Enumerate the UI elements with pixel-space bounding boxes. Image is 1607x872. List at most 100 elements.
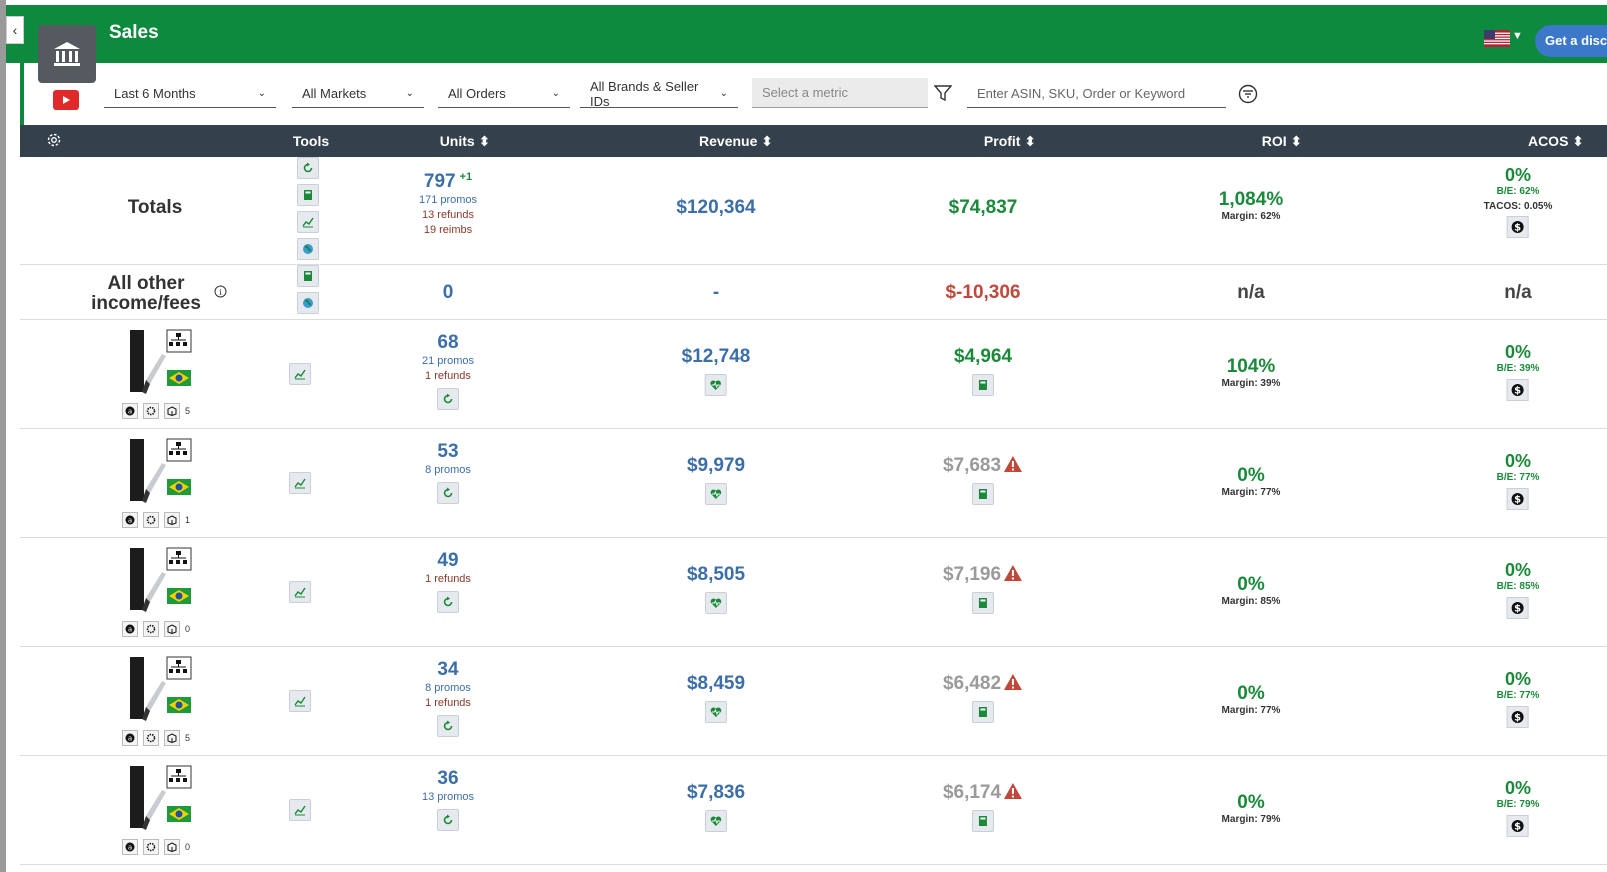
get-discount-button[interactable]: Get a discou	[1535, 25, 1607, 57]
product-refunds[interactable]: 1 refunds	[425, 696, 471, 711]
product-image[interactable]	[124, 546, 192, 614]
calculator-icon[interactable]	[297, 184, 319, 206]
totals-promos[interactable]: 171 promos	[419, 193, 477, 208]
product-acos: 0% B/E: 85% $	[1497, 560, 1539, 620]
product-roi-value: 104%	[1226, 356, 1276, 377]
amazon-icon[interactable]: a	[122, 730, 138, 746]
brands-dropdown[interactable]: All Brands & Seller IDs ⌄	[580, 79, 738, 109]
heart-pulse-icon[interactable]	[705, 701, 727, 723]
gear-icon[interactable]	[46, 132, 62, 148]
refresh-icon[interactable]	[436, 809, 459, 831]
column-header-revenue[interactable]: Revenue ⬍	[699, 133, 773, 150]
dollar-icon[interactable]: $	[1506, 216, 1529, 238]
box-icon[interactable]	[164, 839, 180, 855]
metric-select[interactable]: Select a metric	[752, 78, 928, 108]
settings-icon[interactable]	[143, 621, 159, 637]
refresh-icon[interactable]	[437, 591, 459, 613]
product-promos[interactable]: 8 promos	[425, 463, 471, 478]
refresh-icon[interactable]	[297, 157, 319, 179]
calculator-icon[interactable]	[972, 592, 994, 614]
column-header-acos[interactable]: ACOS ⬍	[1528, 133, 1584, 150]
product-promos[interactable]: 8 promos	[425, 681, 471, 696]
product-margin: Margin: 85%	[1221, 596, 1281, 607]
product-margin: Margin: 77%	[1221, 487, 1281, 498]
totals-refunds[interactable]: 13 refunds	[419, 208, 477, 223]
dollar-icon[interactable]: $	[1506, 597, 1529, 619]
line-chart-icon[interactable]	[289, 581, 311, 603]
globe-icon[interactable]	[297, 238, 319, 260]
product-revenue: $9,979	[687, 455, 745, 505]
calculator-icon[interactable]	[297, 265, 319, 287]
us-flag-icon[interactable]	[1484, 30, 1510, 47]
info-icon[interactable]: i	[214, 285, 227, 298]
heart-pulse-icon[interactable]	[705, 810, 727, 832]
column-header-units[interactable]: Units ⬍	[440, 133, 491, 150]
box-icon[interactable]	[164, 512, 180, 528]
heart-pulse-icon[interactable]	[705, 592, 727, 614]
product-image[interactable]	[124, 437, 192, 505]
line-chart-icon[interactable]	[289, 472, 311, 494]
product-image[interactable]	[124, 764, 192, 832]
amazon-icon[interactable]: a	[122, 621, 138, 637]
product-refunds[interactable]: 1 refunds	[422, 369, 474, 384]
box-icon[interactable]	[164, 621, 180, 637]
product-roi: 0% Margin: 85%	[1222, 574, 1281, 607]
box-icon[interactable]	[164, 403, 180, 419]
dollar-icon[interactable]: $	[1506, 488, 1529, 510]
product-refunds[interactable]: 1 refunds	[425, 572, 471, 587]
totals-reimbs[interactable]: 19 reimbs	[419, 223, 477, 238]
warning-icon[interactable]	[1003, 782, 1023, 800]
amazon-icon[interactable]: a	[122, 839, 138, 855]
product-profit-value: $7,196	[942, 564, 1002, 585]
bank-icon[interactable]	[38, 25, 96, 83]
warning-icon[interactable]	[1003, 673, 1023, 691]
calculator-icon[interactable]	[972, 701, 994, 723]
warning-icon[interactable]	[1003, 455, 1023, 473]
heart-pulse-icon[interactable]	[705, 483, 727, 505]
line-chart-icon[interactable]	[297, 211, 319, 233]
box-icon[interactable]	[164, 730, 180, 746]
refresh-icon[interactable]	[436, 482, 459, 504]
settings-icon[interactable]	[143, 403, 159, 419]
dollar-icon[interactable]: $	[1506, 815, 1529, 837]
calculator-icon[interactable]	[972, 810, 994, 832]
amazon-icon[interactable]: a	[122, 512, 138, 528]
period-dropdown[interactable]: Last 6 Months ⌄	[104, 80, 276, 108]
hierarchy-icon	[166, 656, 192, 680]
refresh-icon[interactable]	[437, 715, 459, 737]
chevron-down-icon[interactable]: ▼	[1512, 30, 1523, 42]
column-header-profit[interactable]: Profit ⬍	[984, 133, 1036, 150]
globe-icon[interactable]	[297, 292, 319, 314]
line-chart-icon[interactable]	[289, 363, 311, 385]
line-chart-icon[interactable]	[289, 799, 311, 821]
search-input[interactable]	[967, 80, 1226, 108]
product-image[interactable]	[124, 655, 192, 723]
warning-icon[interactable]	[1003, 564, 1023, 582]
filter-circle-icon[interactable]	[1238, 84, 1258, 104]
chevron-down-icon: ⌄	[257, 88, 266, 99]
refresh-icon[interactable]	[436, 388, 459, 410]
line-chart-icon[interactable]	[289, 690, 311, 712]
column-header-roi[interactable]: ROI ⬍	[1262, 133, 1303, 150]
heart-pulse-icon[interactable]	[705, 374, 727, 396]
product-promos[interactable]: 13 promos	[422, 790, 474, 805]
settings-icon[interactable]	[143, 839, 159, 855]
youtube-icon[interactable]	[53, 90, 79, 110]
product-promos[interactable]: 21 promos	[422, 354, 474, 369]
orders-dropdown-label: All Orders	[448, 86, 506, 101]
orders-dropdown[interactable]: All Orders ⌄	[438, 80, 570, 108]
svg-text:$: $	[1515, 822, 1522, 833]
markets-dropdown[interactable]: All Markets ⌄	[292, 80, 424, 108]
product-revenue: $8,505	[687, 564, 745, 614]
calculator-icon[interactable]	[972, 374, 994, 396]
chevron-left-icon[interactable]: ‹	[6, 16, 24, 44]
svg-text:a: a	[128, 844, 132, 852]
funnel-icon[interactable]	[934, 84, 952, 102]
calculator-icon[interactable]	[972, 483, 994, 505]
amazon-icon[interactable]: a	[122, 403, 138, 419]
settings-icon[interactable]	[143, 730, 159, 746]
settings-icon[interactable]	[143, 512, 159, 528]
product-image[interactable]	[124, 328, 192, 396]
dollar-icon[interactable]: $	[1506, 379, 1529, 401]
dollar-icon[interactable]: $	[1506, 706, 1529, 728]
